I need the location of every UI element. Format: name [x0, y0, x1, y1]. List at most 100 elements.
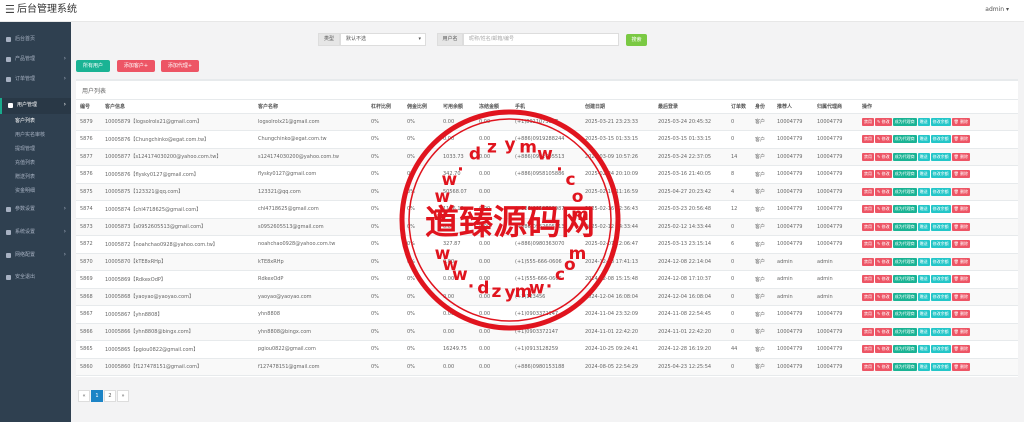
sidebar-item-4[interactable]: 参数设置 ›	[0, 202, 71, 218]
row-action-button[interactable]: ✎ 修改	[875, 152, 892, 161]
row-action-button[interactable]: 成为代理商	[892, 292, 917, 301]
row-action-button[interactable]: 成为代理商	[892, 240, 917, 249]
row-action-button[interactable]: 修改余额	[930, 222, 951, 231]
row-action-button[interactable]: 禁用	[862, 310, 874, 319]
row-action-button[interactable]: 🗑 删除	[951, 187, 970, 196]
row-action-button[interactable]: 成为代理商	[892, 205, 917, 214]
row-action-button[interactable]: 修改余额	[930, 117, 951, 126]
row-action-button[interactable]: 禁用	[862, 205, 874, 214]
row-action-button[interactable]: 成为代理商	[892, 310, 917, 319]
row-action-button[interactable]: 禁用	[862, 117, 874, 126]
row-action-button[interactable]: 成为代理商	[892, 222, 917, 231]
row-action-button[interactable]: 赠送	[917, 187, 930, 196]
row-action-button[interactable]: 修改余额	[930, 327, 951, 336]
row-action-button[interactable]: 🗑 删除	[951, 362, 970, 371]
row-action-button[interactable]: 成为代理商	[892, 187, 917, 196]
sidebar-subitem-0[interactable]: 客户列表	[15, 116, 35, 126]
row-action-button[interactable]: 成为代理商	[892, 135, 917, 144]
sidebar-item-6[interactable]: 网络配置 ›	[0, 248, 71, 264]
row-action-button[interactable]: ✎ 修改	[875, 292, 892, 301]
hamburger-icon[interactable]: ☰	[5, 4, 15, 16]
row-action-button[interactable]: 赠送	[917, 310, 930, 319]
row-action-button[interactable]: 成为代理商	[892, 117, 917, 126]
row-action-button[interactable]: 修改余额	[930, 135, 951, 144]
row-action-button[interactable]: 成为代理商	[892, 170, 917, 179]
row-action-button[interactable]: 修改余额	[930, 310, 951, 319]
row-action-button[interactable]: 赠送	[917, 222, 930, 231]
row-action-button[interactable]: 禁用	[862, 257, 874, 266]
row-action-button[interactable]: 🗑 删除	[951, 222, 970, 231]
row-action-button[interactable]: 修改余额	[930, 275, 951, 284]
row-action-button[interactable]: 赠送	[917, 135, 930, 144]
row-action-button[interactable]: ✎ 修改	[875, 257, 892, 266]
row-action-button[interactable]: ✎ 修改	[875, 240, 892, 249]
row-action-button[interactable]: 禁用	[862, 292, 874, 301]
row-action-button[interactable]: 修改余额	[930, 240, 951, 249]
user-menu[interactable]: admin ▾	[985, 6, 1009, 13]
row-action-button[interactable]: 🗑 删除	[951, 117, 970, 126]
row-action-button[interactable]: 禁用	[862, 152, 874, 161]
row-action-button[interactable]: 赠送	[917, 257, 930, 266]
user-search-input[interactable]: 昵称/姓名/邮箱/编号	[463, 33, 619, 46]
row-action-button[interactable]: ✎ 修改	[875, 117, 892, 126]
page-2[interactable]: 2	[104, 390, 116, 402]
row-action-button[interactable]: ✎ 修改	[875, 327, 892, 336]
row-action-button[interactable]: 修改余额	[930, 257, 951, 266]
row-action-button[interactable]: 🗑 删除	[951, 345, 970, 354]
row-action-button[interactable]: ✎ 修改	[875, 275, 892, 284]
row-action-button[interactable]: 赠送	[917, 345, 930, 354]
row-action-button[interactable]: 赠送	[917, 152, 930, 161]
sidebar-item-1[interactable]: 产品管理 ›	[0, 52, 71, 68]
page-1[interactable]: 1	[91, 390, 103, 402]
row-action-button[interactable]: 修改余额	[930, 345, 951, 354]
row-action-button[interactable]: 禁用	[862, 222, 874, 231]
row-action-button[interactable]: 赠送	[917, 205, 930, 214]
row-action-button[interactable]: 赠送	[917, 170, 930, 179]
row-action-button[interactable]: 赠送	[917, 117, 930, 126]
row-action-button[interactable]: 成为代理商	[892, 345, 917, 354]
row-action-button[interactable]: 🗑 删除	[951, 257, 970, 266]
row-action-button[interactable]: 禁用	[862, 170, 874, 179]
row-action-button[interactable]: 修改余额	[930, 292, 951, 301]
row-action-button[interactable]: 赠送	[917, 292, 930, 301]
sidebar-subitem-1[interactable]: 用户实名审核	[15, 130, 45, 140]
row-action-button[interactable]: 赠送	[917, 327, 930, 336]
row-action-button[interactable]: 修改余额	[930, 152, 951, 161]
row-action-button[interactable]: 禁用	[862, 362, 874, 371]
row-action-button[interactable]: ✎ 修改	[875, 222, 892, 231]
row-action-button[interactable]: 🗑 删除	[951, 310, 970, 319]
row-action-button[interactable]: 成为代理商	[892, 257, 917, 266]
row-action-button[interactable]: 🗑 删除	[951, 170, 970, 179]
row-action-button[interactable]: ✎ 修改	[875, 310, 892, 319]
row-action-button[interactable]: 🗑 删除	[951, 292, 970, 301]
sidebar-subitem-3[interactable]: 充值列表	[15, 158, 35, 168]
sidebar-subitem-5[interactable]: 资金明细	[15, 186, 35, 196]
add-customer-button[interactable]: 添加客户+	[117, 60, 155, 72]
sidebar-subitem-4[interactable]: 赠送列表	[15, 172, 35, 182]
page-prev[interactable]: «	[78, 390, 90, 402]
add-agent-button[interactable]: 添加代理+	[161, 60, 199, 72]
row-action-button[interactable]: 🗑 删除	[951, 135, 970, 144]
row-action-button[interactable]: 成为代理商	[892, 327, 917, 336]
row-action-button[interactable]: 禁用	[862, 345, 874, 354]
row-action-button[interactable]: 🗑 删除	[951, 240, 970, 249]
sidebar-item-5[interactable]: 系统设置 ›	[0, 225, 71, 241]
sidebar-item-3[interactable]: 用户管理 ›	[0, 98, 71, 114]
row-action-button[interactable]: 成为代理商	[892, 152, 917, 161]
row-action-button[interactable]: ✎ 修改	[875, 345, 892, 354]
row-action-button[interactable]: 赠送	[917, 240, 930, 249]
row-action-button[interactable]: ✎ 修改	[875, 187, 892, 196]
sidebar-item-2[interactable]: 订单管理 ›	[0, 72, 71, 88]
row-action-button[interactable]: 禁用	[862, 187, 874, 196]
row-action-button[interactable]: 修改余额	[930, 187, 951, 196]
row-action-button[interactable]: ✎ 修改	[875, 170, 892, 179]
row-action-button[interactable]: 🗑 删除	[951, 327, 970, 336]
row-action-button[interactable]: ✎ 修改	[875, 362, 892, 371]
row-action-button[interactable]: 赠送	[917, 275, 930, 284]
row-action-button[interactable]: 赠送	[917, 362, 930, 371]
sidebar-item-7[interactable]: 安全退出	[0, 270, 71, 286]
row-action-button[interactable]: 禁用	[862, 240, 874, 249]
row-action-button[interactable]: ✎ 修改	[875, 205, 892, 214]
search-button[interactable]: 搜索	[626, 34, 647, 46]
row-action-button[interactable]: ✎ 修改	[875, 135, 892, 144]
